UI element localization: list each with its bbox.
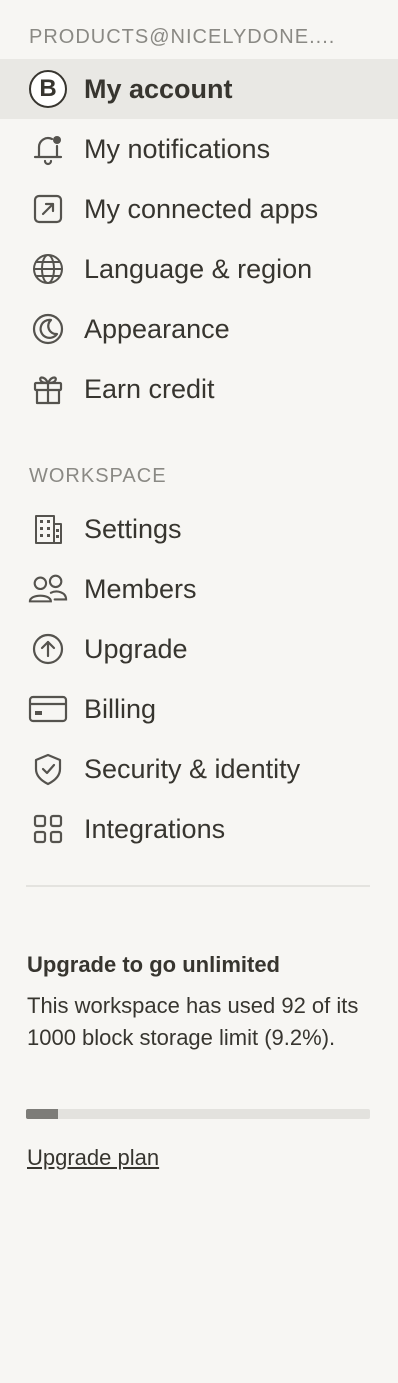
avatar-icon: B [28, 69, 68, 109]
sidebar-item-label: Members [84, 573, 197, 604]
sidebar-item-security-identity[interactable]: Security & identity [0, 739, 398, 799]
sidebar-item-label: My account [84, 73, 233, 104]
bell-icon [28, 129, 68, 169]
account-section-header: PRODUCTS@NICELYDONE.... [29, 26, 336, 48]
sidebar-item-label: Security & identity [84, 753, 301, 784]
sidebar-item-label: Integrations [84, 813, 226, 844]
shield-icon [28, 749, 68, 789]
storage-progress-bar [26, 1109, 370, 1119]
sidebar-item-appearance[interactable]: Appearance [0, 299, 398, 359]
credit-card-icon [28, 689, 68, 729]
upgrade-plan-link[interactable]: Upgrade plan [27, 1145, 159, 1171]
sidebar-item-billing[interactable]: Billing [0, 679, 398, 739]
upgrade-description: This workspace has used 92 of its 1000 b… [27, 993, 359, 1050]
sidebar-item-label: Language & region [84, 253, 313, 284]
sidebar-item-label: Billing [84, 693, 157, 724]
sidebar-item-integrations[interactable]: Integrations [0, 799, 398, 859]
people-icon [28, 569, 68, 609]
sidebar-item-my-notifications[interactable]: My notifications [0, 119, 398, 179]
sidebar-item-my-connected-apps[interactable]: My connected apps [0, 179, 398, 239]
settings-sidebar: PRODUCTS@NICELYDONE.... B My account My … [0, 0, 398, 1383]
sidebar-item-label: Settings [84, 513, 182, 544]
external-link-icon [28, 189, 68, 229]
sidebar-item-upgrade[interactable]: Upgrade [0, 619, 398, 679]
building-icon [28, 509, 68, 549]
sidebar-item-members[interactable]: Members [0, 559, 398, 619]
sidebar-item-language-region[interactable]: Language & region [0, 239, 398, 299]
gift-icon [28, 369, 68, 409]
sidebar-item-label: Upgrade [84, 633, 188, 664]
sidebar-divider [26, 885, 370, 887]
avatar-letter: B [29, 70, 67, 108]
storage-progress-fill [26, 1109, 58, 1119]
sidebar-item-label: Earn credit [84, 373, 215, 404]
grid-icon [28, 809, 68, 849]
upgrade-title: Upgrade to go unlimited [27, 952, 280, 977]
workspace-section-header: WORKSPACE [29, 465, 167, 487]
sidebar-item-label: Appearance [84, 313, 230, 344]
sidebar-item-settings[interactable]: Settings [0, 499, 398, 559]
moon-icon [28, 309, 68, 349]
sidebar-item-earn-credit[interactable]: Earn credit [0, 359, 398, 419]
globe-icon [28, 249, 68, 289]
sidebar-item-label: My notifications [84, 133, 271, 164]
arrow-up-circle-icon [28, 629, 68, 669]
sidebar-item-label: My connected apps [84, 193, 319, 224]
sidebar-item-my-account[interactable]: B My account [0, 59, 398, 119]
